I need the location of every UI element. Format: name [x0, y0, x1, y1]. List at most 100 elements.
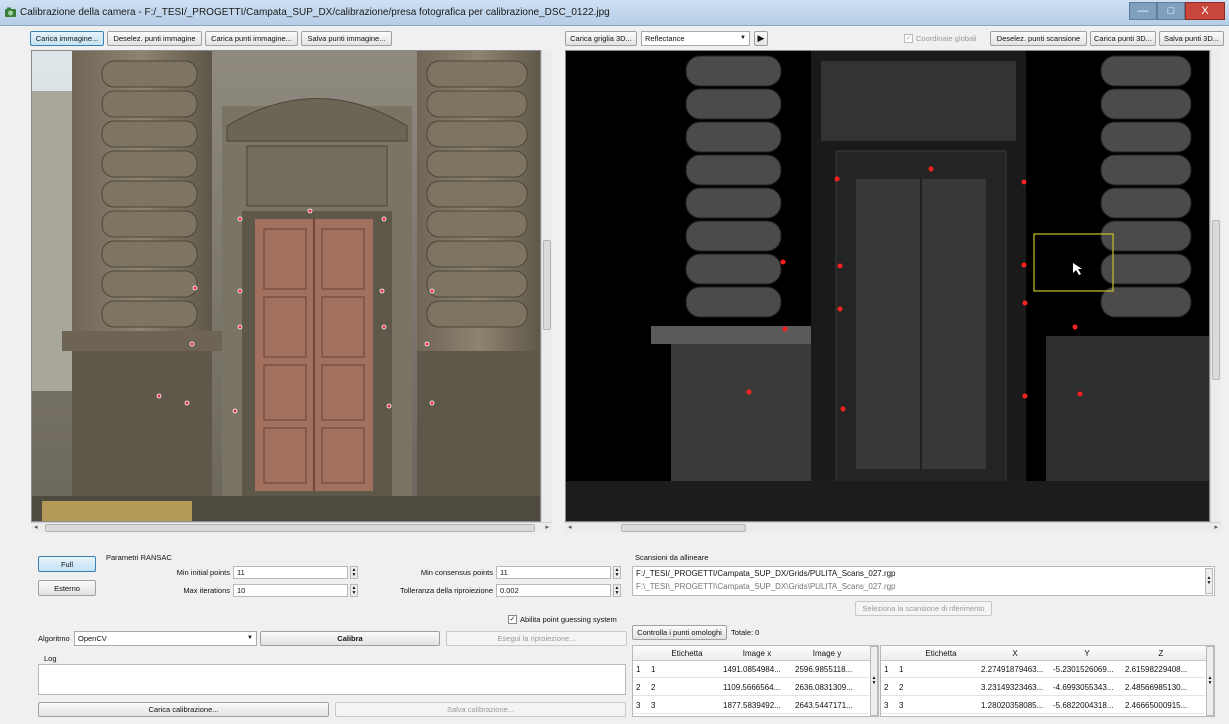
app-icon: [5, 7, 16, 17]
window-title: Calibrazione della camera - F:/_TESI/_PR…: [20, 7, 610, 18]
table-row[interactable]: 1 1 1491.0854984... 2596.9855118...: [633, 662, 869, 678]
save-calibration-button[interactable]: Salva calibrazione...: [335, 702, 626, 717]
load-image-points-button[interactable]: Carica punti immagine...: [205, 31, 298, 46]
column-header[interactable]: Z: [1125, 649, 1197, 658]
cursor-tool-button[interactable]: ▶: [754, 31, 768, 46]
window-titlebar[interactable]: Calibrazione della camera - F:/_TESI/_PR…: [0, 0, 1229, 26]
scroll-right-icon[interactable]: ▸: [1214, 523, 1218, 531]
checkbox-check-icon: ✓: [508, 615, 517, 624]
reprojection-tolerance-stepper[interactable]: ▲ ▼: [613, 584, 621, 597]
algorithm-select[interactable]: OpenCV ▼: [74, 631, 257, 646]
algorithm-value: OpenCV: [78, 634, 107, 643]
save-image-points-button[interactable]: Salva punti immagine...: [301, 31, 392, 46]
close-button[interactable]: X: [1185, 2, 1225, 20]
scrollbar-thumb[interactable]: [45, 524, 535, 532]
table-row[interactable]: 1 1 2.27491879463... -5.2301526069... 2.…: [881, 662, 1205, 678]
scroll-right-icon[interactable]: ▸: [545, 523, 549, 531]
external-mode-button[interactable]: Esterno: [38, 580, 96, 596]
table-row[interactable]: 2 2 3.23149323463... -4.6993055343... 2.…: [881, 680, 1205, 696]
min-initial-points-field[interactable]: 11: [233, 566, 348, 579]
max-iterations-label: Max iterations: [183, 586, 230, 595]
homologous-total: Totale: 0: [731, 628, 760, 637]
scan-vertical-scrollbar[interactable]: [1210, 50, 1221, 522]
cell-x: 3.23149323463...: [981, 683, 1044, 692]
scroll-left-icon[interactable]: ◂: [568, 523, 572, 531]
run-reprojection-button[interactable]: Esegui la riproiezione...: [446, 631, 627, 646]
scans-list[interactable]: F:/_TESI/_PROGETTI/Campata_SUP_DX/Grids/…: [632, 566, 1215, 596]
column-header[interactable]: Y: [1053, 649, 1121, 658]
row-number: 2: [884, 683, 889, 692]
scan-table-scrollbar[interactable]: ▲ ▼: [1206, 646, 1214, 716]
cell-image-x: 1877.5839492...: [723, 701, 781, 710]
guessing-system-label: Abilita point guessing system: [520, 615, 617, 624]
scrollbar-thumb[interactable]: [1212, 220, 1220, 380]
cell-image-x: 1109.5666564...: [723, 683, 781, 692]
cell-label: 3: [651, 701, 656, 710]
global-coordinates-checkbox[interactable]: ✓ Coordinate globali: [904, 34, 976, 43]
scan-viewer[interactable]: [565, 50, 1210, 522]
photo-vertical-scrollbar[interactable]: [541, 50, 552, 522]
select-reference-scan-button[interactable]: Seleziona la scansione di riferimento: [855, 601, 992, 616]
table-header: Etichetta X Y Z: [881, 646, 1214, 661]
guessing-system-checkbox[interactable]: ✓ Abilita point guessing system: [508, 615, 617, 624]
scan-list-item[interactable]: F:\_TESI\_PROGETTI\Campata_SUP_DX\Grids\…: [636, 582, 896, 591]
check-homologous-button[interactable]: Controlla i punti omologhi: [632, 625, 727, 640]
calibrate-button[interactable]: Calibra: [260, 631, 440, 646]
load-image-button[interactable]: Carica immagine...: [30, 31, 104, 46]
column-header[interactable]: Etichetta: [901, 649, 981, 658]
deselect-image-points-button[interactable]: Deselez. punti immagine: [107, 31, 202, 46]
minimize-button[interactable]: —: [1129, 2, 1157, 20]
scrollbar-thumb[interactable]: [621, 524, 746, 532]
column-header[interactable]: X: [981, 649, 1049, 658]
column-header[interactable]: Image x: [723, 649, 791, 658]
column-header[interactable]: Etichetta: [653, 649, 721, 658]
photo-viewer[interactable]: [31, 50, 541, 522]
image-table-scrollbar[interactable]: ▲ ▼: [870, 646, 878, 716]
full-mode-button[interactable]: Full: [38, 556, 96, 572]
cell-z: 2.48566985130...: [1125, 683, 1188, 692]
load-calibration-button[interactable]: Carica calibrazione...: [38, 702, 329, 717]
reprojection-tolerance-label: Tolleranza della riproiezione: [400, 586, 493, 595]
checkbox-check-icon: ✓: [904, 34, 913, 43]
min-consensus-points-field[interactable]: 11: [496, 566, 611, 579]
maximize-button[interactable]: □: [1157, 2, 1185, 20]
scroll-left-icon[interactable]: ◂: [34, 523, 38, 531]
scans-title: Scansioni da allineare: [635, 553, 709, 562]
log-output[interactable]: [38, 664, 626, 695]
chevron-down-icon: ▼: [247, 635, 253, 641]
max-iterations-field[interactable]: 10: [233, 584, 348, 597]
table-row[interactable]: 3 3 1877.5839492... 2643.5447171...: [633, 698, 869, 714]
deselect-scan-points-button[interactable]: Deselez. punti scansione: [990, 31, 1087, 46]
scan-points-table[interactable]: Etichetta X Y Z 1 1 2.27491879463... -5.…: [880, 645, 1215, 717]
cell-image-x: 1491.0854984...: [723, 665, 781, 674]
load-3d-grid-button[interactable]: Carica griglia 3D...: [565, 31, 637, 46]
cell-image-y: 2643.5447171...: [795, 701, 853, 710]
min-initial-points-stepper[interactable]: ▲ ▼: [350, 566, 358, 579]
scan-list-item[interactable]: F:/_TESI/_PROGETTI/Campata_SUP_DX/Grids/…: [636, 569, 896, 578]
row-number: 2: [636, 683, 641, 692]
row-number: 3: [636, 701, 641, 710]
row-number: 1: [884, 665, 889, 674]
save-3d-points-button[interactable]: Salva punti 3D...: [1159, 31, 1224, 46]
cell-y: -5.6822004318...: [1053, 701, 1114, 710]
scans-list-scrollbar[interactable]: ▲ ▼: [1205, 568, 1213, 594]
scan-horizontal-scrollbar[interactable]: ◂ ▸: [565, 522, 1221, 533]
table-row[interactable]: 3 3 1.28020358085... -5.6822004318... 2.…: [881, 698, 1205, 714]
cell-x: 1.28020358085...: [981, 701, 1044, 710]
reprojection-tolerance-field[interactable]: 0.002: [496, 584, 611, 597]
column-header[interactable]: Image y: [793, 649, 861, 658]
cell-z: 2.46665000915...: [1125, 701, 1188, 710]
photo-horizontal-scrollbar[interactable]: ◂ ▸: [31, 522, 552, 533]
max-iterations-stepper[interactable]: ▲ ▼: [350, 584, 358, 597]
facade-photo: [32, 51, 540, 521]
scrollbar-thumb[interactable]: [543, 240, 551, 330]
ransac-title: Parametri RANSAC: [106, 553, 172, 562]
image-points-table[interactable]: Etichetta Image x Image y 1 1 1491.08549…: [632, 645, 879, 717]
min-consensus-points-stepper[interactable]: ▲ ▼: [613, 566, 621, 579]
display-mode-value: Reflectance: [645, 34, 685, 43]
load-3d-points-button[interactable]: Carica punti 3D...: [1090, 31, 1156, 46]
global-coordinates-label: Coordinate globali: [916, 34, 977, 43]
row-number: 1: [636, 665, 641, 674]
table-row[interactable]: 2 2 1109.5666564... 2636.0831309...: [633, 680, 869, 696]
display-mode-select[interactable]: Reflectance ▼: [641, 31, 750, 46]
